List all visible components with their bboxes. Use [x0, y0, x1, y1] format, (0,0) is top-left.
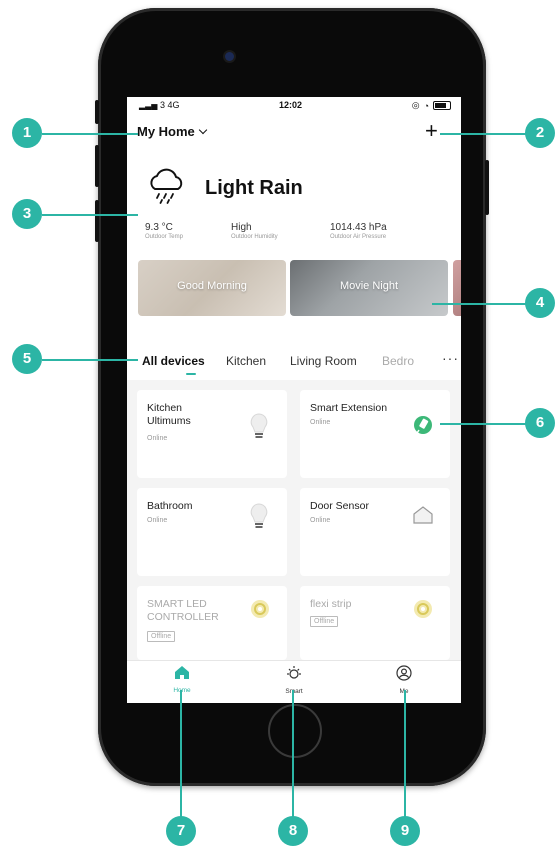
clock: 12:02: [279, 100, 303, 110]
outdoor-humidity-value: High: [231, 222, 252, 233]
scene-good-morning[interactable]: Good Morning: [138, 260, 286, 316]
device-name: Kitchen Ultimums: [147, 402, 191, 427]
device-status: Online: [310, 517, 331, 524]
device-name: Door Sensor: [310, 500, 369, 512]
bulb-icon: [250, 503, 268, 528]
home-name: My Home: [137, 124, 195, 139]
front-camera: [225, 52, 234, 61]
device-card-kitchen-ultimums[interactable]: Kitchen Ultimums Online: [137, 390, 287, 478]
callout-line-5: [42, 359, 138, 361]
home-hardware-button[interactable]: [268, 704, 322, 758]
device-card-door-sensor[interactable]: Door Sensor Online: [300, 488, 450, 576]
tab-all-devices[interactable]: All devices: [142, 354, 205, 368]
device-grid: Kitchen Ultimums Online Smart Extension …: [127, 380, 461, 660]
device-status: Online: [147, 435, 168, 442]
callout-badge-3: 3: [12, 199, 42, 229]
tab-smart[interactable]: Smart: [264, 665, 324, 695]
outdoor-air-pressure: 1014.43 hPa Outdoor Air Pressure: [330, 222, 387, 240]
user-icon: [396, 665, 412, 681]
tab-living-room[interactable]: Living Room: [290, 354, 357, 368]
house-icon: [413, 506, 433, 524]
device-name: flexi strip: [310, 598, 352, 610]
device-card-flexi-strip[interactable]: flexi strip Offline: [300, 586, 450, 660]
tab-kitchen[interactable]: Kitchen: [226, 354, 266, 368]
alarm-icon: ◔: [423, 100, 429, 111]
battery-icon: [433, 101, 451, 110]
device-card-smart-led-controller[interactable]: SMART LED CONTROLLER Offline: [137, 586, 287, 660]
bulb-icon: [250, 413, 268, 438]
app-screen: ▂▃▅ 3 4G 12:02 ◎ ◔ My Home + Light Rain …: [127, 97, 461, 703]
callout-line-1: [42, 133, 138, 135]
device-card-smart-extension[interactable]: Smart Extension Online: [300, 390, 450, 478]
scene-label: Good Morning: [177, 280, 247, 292]
sun-icon: [287, 666, 301, 679]
callout-line-2: [440, 133, 526, 135]
tab-label: Smart: [285, 688, 303, 695]
device-status: Online: [147, 517, 168, 524]
device-status: Offline: [147, 631, 176, 642]
callout-badge-1: 1: [12, 118, 42, 148]
tab-label: Home: [173, 687, 191, 694]
callout-line-8: [292, 690, 294, 820]
callout-line-6: [440, 423, 526, 425]
callout-badge-5: 5: [12, 344, 42, 374]
home-selector[interactable]: My Home: [137, 124, 208, 139]
weather-condition: Light Rain: [205, 177, 303, 199]
callout-line-4: [432, 303, 526, 305]
room-tabs: All devices Kitchen Living Room Bedro ··…: [142, 350, 458, 375]
outdoor-air-pressure-label: Outdoor Air Pressure: [330, 234, 387, 240]
more-tabs-button[interactable]: ···: [442, 350, 459, 366]
home-icon: [175, 666, 189, 679]
mute-switch: [95, 100, 99, 124]
led-strip-icon: [414, 600, 432, 618]
scene-movie-night[interactable]: Movie Night: [290, 260, 448, 316]
signal-icon: ▂▃▅: [139, 101, 158, 110]
callout-badge-7: 7: [166, 816, 196, 846]
callout-badge-8: 8: [278, 816, 308, 846]
bottom-tab-bar: Home Smart Me: [127, 660, 461, 703]
callout-badge-4: 4: [525, 288, 555, 318]
scene-label: Movie Night: [339, 280, 399, 292]
device-name: Smart Extension: [310, 402, 388, 414]
callout-line-3: [42, 214, 138, 216]
carrier-label: ▂▃▅ 3 4G: [139, 100, 180, 110]
status-bar: ▂▃▅ 3 4G 12:02 ◎ ◔: [127, 100, 461, 114]
device-name: SMART LED CONTROLLER: [147, 598, 219, 623]
cloud-rain-icon: [150, 168, 183, 204]
device-name: Bathroom: [147, 500, 193, 512]
led-strip-icon: [251, 600, 269, 618]
device-card-bathroom[interactable]: Bathroom Online: [137, 488, 287, 576]
chevron-down-icon: [198, 125, 208, 135]
add-device-button[interactable]: +: [425, 120, 438, 142]
location-icon: ◎: [411, 100, 420, 110]
scene-partial[interactable]: [453, 260, 461, 316]
volume-down-button: [95, 200, 99, 242]
device-status: Offline: [310, 616, 339, 627]
callout-line-7: [180, 690, 182, 820]
callout-badge-2: 2: [525, 118, 555, 148]
tab-bedroom[interactable]: Bedro: [382, 354, 414, 368]
callout-badge-6: 6: [525, 408, 555, 438]
outdoor-humidity-label: Outdoor Humidity: [231, 234, 278, 240]
outdoor-air-pressure-value: 1014.43 hPa: [330, 222, 387, 233]
callout-line-9: [404, 690, 406, 820]
outdoor-temp-value: 9.3 °C: [145, 222, 173, 233]
tab-home[interactable]: Home: [152, 665, 212, 694]
plug-icon: [414, 416, 432, 434]
power-button: [485, 160, 489, 215]
outdoor-temp-label: Outdoor Temp: [145, 234, 183, 240]
callout-badge-9: 9: [390, 816, 420, 846]
device-status: Online: [310, 419, 331, 426]
outdoor-temp: 9.3 °C Outdoor Temp: [145, 222, 183, 240]
outdoor-humidity: High Outdoor Humidity: [231, 222, 278, 240]
volume-up-button: [95, 145, 99, 187]
status-icons: ◎ ◔: [412, 100, 451, 111]
active-tab-indicator: [186, 373, 196, 375]
